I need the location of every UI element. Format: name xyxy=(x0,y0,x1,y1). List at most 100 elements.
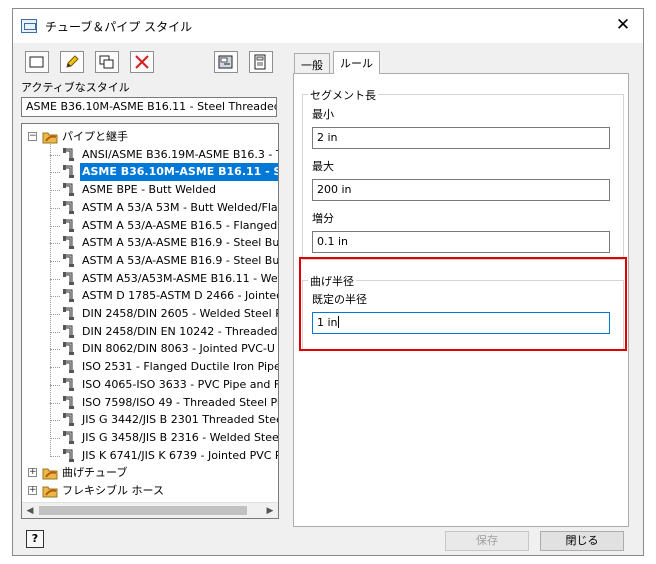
pipe-icon xyxy=(63,200,74,214)
tree-connector xyxy=(50,296,60,298)
tab-rules[interactable]: ルール xyxy=(333,51,380,74)
tree-connector xyxy=(50,154,60,156)
tree-item-pipe-style[interactable]: ASTM A53/A53M-ASME B16.11 - Welded Steel… xyxy=(22,270,279,288)
expand-icon[interactable]: + xyxy=(28,486,37,495)
tree-item-pipe-style[interactable]: JIS K 6741/JIS K 6739 - Jointed PVC Pipe xyxy=(22,447,279,465)
edit-style-button[interactable] xyxy=(60,51,84,73)
close-icon[interactable]: ✕ xyxy=(613,15,633,35)
tree-connector xyxy=(50,225,60,227)
delete-x-icon xyxy=(135,55,149,69)
scroll-thumb[interactable] xyxy=(39,506,247,515)
scroll-left-icon[interactable]: ◀ xyxy=(22,503,38,518)
folder-icon xyxy=(42,132,58,144)
copy-icon xyxy=(99,55,114,69)
tree-item-pipe-style[interactable]: ANSI/ASME B36.19M-ASME B16.3 - Threaded … xyxy=(22,146,278,164)
tree-item-pipe-style[interactable]: JIS G 3458/JIS B 2316 - Welded Steel Pip… xyxy=(22,429,279,447)
tree-item-label: ASTM A 53/A 53M - Butt Welded/Flanged St… xyxy=(82,200,278,214)
tree-root-item[interactable]: + 曲げチューブ xyxy=(22,464,278,482)
tree-item-label: JIS K 6741/JIS K 6739 - Jointed PVC Pipe xyxy=(82,448,279,462)
tree-item-label: ASME BPE - Butt Welded xyxy=(82,183,216,197)
tree-root-item[interactable]: + フレキシブル ホース xyxy=(22,482,278,500)
tree-item-label: JIS G 3442/JIS B 2301 Threaded Steel Pip… xyxy=(82,413,278,427)
scroll-right-icon[interactable]: ▶ xyxy=(262,503,278,518)
tree-connector xyxy=(50,331,60,333)
collapse-icon[interactable]: − xyxy=(28,132,37,141)
increment-label: 増分 xyxy=(312,212,334,225)
tree-horizontal-scrollbar[interactable]: ◀ ▶ xyxy=(22,502,278,518)
pipe-icon xyxy=(63,218,74,232)
tree-item-pipe-style[interactable]: ISO 4065-ISO 3633 - PVC Pipe and Fitting… xyxy=(22,376,279,394)
tree-item-label: JIS G 3458/JIS B 2316 - Welded Steel Pip… xyxy=(82,430,279,444)
pipe-icon xyxy=(63,448,74,462)
tree-item-label: ASTM A 53/A-ASME B16.9 - Steel Butt Weld… xyxy=(82,253,279,267)
tree-connector xyxy=(50,402,60,404)
tree-item-label: ANSI/ASME B36.19M-ASME B16.3 - Threaded … xyxy=(82,147,278,161)
pipe-icon xyxy=(63,430,74,444)
min-length-label: 最小 xyxy=(312,108,334,121)
tree-item-label: DIN 8062/DIN 8063 - Jointed PVC-U Pipe xyxy=(82,342,278,356)
pipe-icon xyxy=(63,324,74,338)
close-button[interactable]: 閉じる xyxy=(540,531,624,551)
tree-connector xyxy=(50,367,60,369)
pipe-icon xyxy=(63,395,74,409)
pipe-icon xyxy=(63,360,74,374)
tree-item-label: ASTM A53/A53M-ASME B16.11 - Welded Steel… xyxy=(82,271,279,285)
tree-item-pipe-style[interactable]: ASME BPE - Butt Welded xyxy=(22,181,278,199)
pencil-icon xyxy=(66,55,79,68)
tree-root-label: パイプと継手 xyxy=(62,130,128,143)
tree-item-pipe-style[interactable]: ASME B36.10M-ASME B16.11 - Steel Threade… xyxy=(22,163,278,182)
import-icon xyxy=(218,55,233,69)
tree-item-label: ASTM D 1785-ASTM D 2466 - Jointed PVC Pi… xyxy=(82,289,278,303)
pipe-icon xyxy=(63,342,74,356)
tab-general[interactable]: 一般 xyxy=(294,53,330,74)
pipe-icon xyxy=(63,289,74,303)
tree-item-pipe-style[interactable]: ASTM A 53/A-ASME B16.5 - Flanged Steel P… xyxy=(22,217,278,235)
tree-item-label: ISO 7598/ISO 49 - Threaded Steel Pipe xyxy=(82,395,279,409)
max-length-label: 最大 xyxy=(312,160,334,173)
tree-connector xyxy=(50,190,60,192)
tree-item-label: DIN 2458/DIN 2605 - Welded Steel Pipe xyxy=(82,307,279,320)
tree-item-pipe-style[interactable]: ASTM A 53/A-ASME B16.9 - Steel Butt Weld… xyxy=(22,252,279,270)
tree-connector xyxy=(50,172,60,174)
tree-connector xyxy=(50,278,60,280)
tree-item-pipe-style[interactable]: DIN 2458/DIN EN 10242 - Threaded Steel P… xyxy=(22,323,278,341)
tree-root-pipes-and-fittings[interactable]: − パイプと継手 xyxy=(22,128,278,146)
tree-connector xyxy=(50,349,60,351)
tree-item-pipe-style[interactable]: ASTM A 53/A 53M - Butt Welded/Flanged St… xyxy=(22,199,278,217)
tree-item-pipe-style[interactable]: ASTM D 1785-ASTM D 2466 - Jointed PVC Pi… xyxy=(22,287,278,305)
highlight-annotation-box xyxy=(299,257,627,351)
tree-connector xyxy=(50,437,60,439)
tree-item-pipe-style[interactable]: DIN 8062/DIN 8063 - Jointed PVC-U Pipe xyxy=(22,340,278,358)
tree-root-label: フレキシブル ホース xyxy=(62,484,164,497)
pipe-icon xyxy=(63,183,74,197)
pipe-icon xyxy=(63,413,74,427)
delete-style-button[interactable] xyxy=(130,51,154,73)
tree-root-label: 曲げチューブ xyxy=(62,466,128,480)
tree-item-pipe-style[interactable]: DIN 2458/DIN 2605 - Welded Steel Pipe xyxy=(22,305,279,323)
import-style-button[interactable] xyxy=(214,51,238,73)
tree-item-pipe-style[interactable]: JIS G 3442/JIS B 2301 Threaded Steel Pip… xyxy=(22,411,278,429)
tree-item-pipe-style[interactable]: ISO 7598/ISO 49 - Threaded Steel Pipe xyxy=(22,394,279,412)
new-style-button[interactable] xyxy=(25,51,49,73)
expand-icon[interactable]: + xyxy=(28,468,37,478)
tree-item-label: ISO 4065-ISO 3633 - PVC Pipe and Fitting… xyxy=(82,377,279,391)
active-style-label: アクティブなスタイル xyxy=(21,81,130,94)
min-length-input[interactable]: 2 in xyxy=(312,127,610,149)
folder-icon xyxy=(42,468,58,480)
max-length-input[interactable]: 200 in xyxy=(312,179,610,201)
style-tree[interactable]: ◀ ▶ − パイプと継手 ANSI/ASME B36.19M-ASME B16.3 … xyxy=(21,123,279,519)
help-icon[interactable]: ? xyxy=(26,530,44,548)
tree-item-pipe-style[interactable]: ASTM A 53/A-ASME B16.9 - Steel Butt Weld… xyxy=(22,234,278,252)
dialog-window: チューブ＆パイプ スタイル ✕ アクティブなスタイル ASME B36.10M-… xyxy=(12,8,644,556)
title-bar: チューブ＆パイプ スタイル ✕ xyxy=(13,9,643,43)
app-icon xyxy=(21,19,37,33)
new-document-icon xyxy=(29,56,44,68)
tree-connector xyxy=(50,207,60,209)
active-style-field: ASME B36.10M-ASME B16.11 - Steel Threade… xyxy=(21,97,277,117)
tree-connector xyxy=(50,243,60,245)
tree-item-pipe-style[interactable]: ISO 2531 - Flanged Ductile Iron Pipe xyxy=(22,358,278,376)
copy-style-button[interactable] xyxy=(95,51,119,73)
export-style-button[interactable] xyxy=(249,51,273,73)
save-button[interactable]: 保存 xyxy=(445,531,529,551)
increment-input[interactable]: 0.1 in xyxy=(312,231,610,253)
